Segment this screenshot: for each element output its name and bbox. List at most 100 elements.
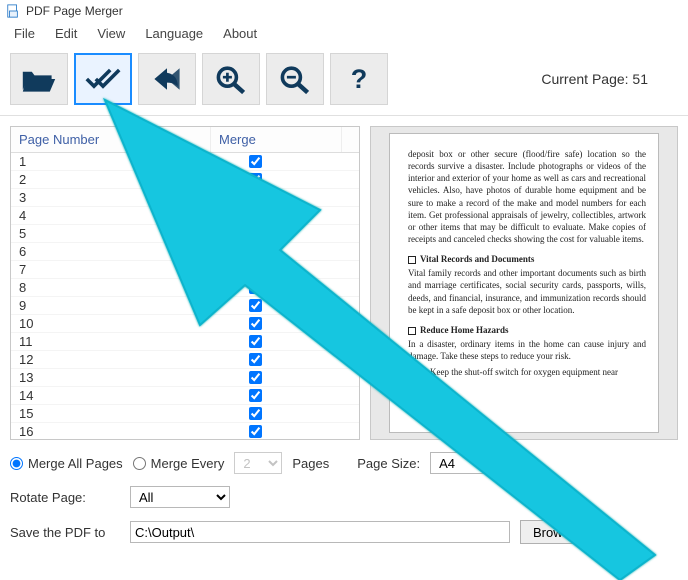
merge-checkbox[interactable] [249, 155, 262, 168]
save-to-label: Save the PDF to [10, 525, 120, 540]
preview-paragraph: In a disaster, ordinary items in the hom… [408, 338, 646, 362]
page-size-label: Page Size: [357, 456, 420, 471]
current-page-label: Current Page: 51 [541, 71, 648, 87]
double-arrow-left-icon [149, 63, 185, 95]
page-number-cell: 1 [11, 154, 211, 169]
table-row[interactable]: 7 [11, 261, 359, 279]
bottom-options: Merge All Pages Merge Every 2 Pages Page… [0, 446, 688, 550]
merge-checkbox[interactable] [249, 371, 262, 384]
page-number-cell: 3 [11, 190, 211, 205]
merge-every-radio[interactable]: Merge Every [133, 456, 225, 471]
merge-checkbox[interactable] [249, 425, 262, 438]
column-header-merge[interactable]: Merge [211, 127, 341, 152]
help-button[interactable]: ? [330, 53, 388, 105]
table-row[interactable]: 13 [11, 369, 359, 387]
table-row[interactable]: 5 [11, 225, 359, 243]
page-number-cell: 14 [11, 388, 211, 403]
table-row[interactable]: 15 [11, 405, 359, 423]
page-number-cell: 7 [11, 262, 211, 277]
table-row[interactable]: 4 [11, 207, 359, 225]
preview-paragraph: Vital family records and other important… [408, 267, 646, 316]
browse-button[interactable]: Browse [520, 520, 589, 544]
undo-button[interactable] [138, 53, 196, 105]
app-icon [6, 4, 20, 18]
page-number-cell: 13 [11, 370, 211, 385]
merge-checkbox[interactable] [249, 353, 262, 366]
preview-paragraph: deposit box or other secure (flood/fire … [408, 148, 646, 245]
document-preview: deposit box or other secure (flood/fire … [389, 133, 659, 433]
app-title: PDF Page Merger [26, 4, 123, 18]
merge-checkbox[interactable] [249, 407, 262, 420]
table-row[interactable]: 14 [11, 387, 359, 405]
page-number-cell: 9 [11, 298, 211, 313]
double-check-icon [85, 63, 121, 95]
list-body[interactable]: 12345678910111213141516 [11, 153, 359, 439]
menu-file[interactable]: File [14, 26, 35, 41]
merge-checkbox[interactable] [249, 299, 262, 312]
merge-checkbox[interactable] [249, 245, 262, 258]
page-number-cell: 4 [11, 208, 211, 223]
merge-checkbox[interactable] [249, 191, 262, 204]
merge-checkbox[interactable] [249, 335, 262, 348]
page-number-cell: 11 [11, 334, 211, 349]
checkbox-icon [408, 327, 416, 335]
toolbar: ? Current Page: 51 [0, 49, 688, 116]
preview-heading: Reduce Home Hazards [408, 324, 646, 336]
merge-checkbox[interactable] [249, 281, 262, 294]
save-path-input[interactable] [130, 521, 510, 543]
table-row[interactable]: 6 [11, 243, 359, 261]
pages-label: Pages [292, 456, 329, 471]
merge-checkbox[interactable] [249, 227, 262, 240]
table-row[interactable]: 3 [11, 189, 359, 207]
check-all-button[interactable] [74, 53, 132, 105]
merge-every-count: 2 [234, 452, 282, 474]
page-number-cell: 12 [11, 352, 211, 367]
page-number-cell: 5 [11, 226, 211, 241]
table-row[interactable]: 10 [11, 315, 359, 333]
merge-checkbox[interactable] [249, 263, 262, 276]
page-size-select[interactable]: A4 [430, 452, 530, 474]
merge-checkbox[interactable] [249, 389, 262, 402]
page-number-cell: 2 [11, 172, 211, 187]
merge-checkbox[interactable] [249, 209, 262, 222]
list-header: Page Number Merge [11, 127, 359, 153]
menu-language[interactable]: Language [145, 26, 203, 41]
rotate-page-label: Rotate Page: [10, 490, 120, 505]
folder-open-icon [21, 63, 57, 95]
page-list-panel: Page Number Merge 1234567891011121314151… [10, 126, 360, 440]
merge-checkbox[interactable] [249, 317, 262, 330]
rotate-page-select[interactable]: All [130, 486, 230, 508]
preview-panel: deposit box or other secure (flood/fire … [370, 126, 678, 440]
page-number-cell: 8 [11, 280, 211, 295]
menu-view[interactable]: View [97, 26, 125, 41]
menu-about[interactable]: About [223, 26, 257, 41]
preview-list: Keep the shut-off switch for oxygen equi… [430, 366, 646, 378]
table-row[interactable]: 1 [11, 153, 359, 171]
table-row[interactable]: 16 [11, 423, 359, 439]
column-header-gap [341, 127, 359, 152]
preview-heading: Vital Records and Documents [408, 253, 646, 265]
page-number-cell: 10 [11, 316, 211, 331]
titlebar: PDF Page Merger [0, 0, 688, 22]
table-row[interactable]: 12 [11, 351, 359, 369]
zoom-in-icon [213, 63, 249, 95]
merge-checkbox[interactable] [249, 173, 262, 186]
zoom-in-button[interactable] [202, 53, 260, 105]
merge-all-radio[interactable]: Merge All Pages [10, 456, 123, 471]
open-button[interactable] [10, 53, 68, 105]
zoom-out-button[interactable] [266, 53, 324, 105]
menu-edit[interactable]: Edit [55, 26, 77, 41]
menubar: File Edit View Language About [0, 22, 688, 49]
page-number-cell: 15 [11, 406, 211, 421]
workarea: Page Number Merge 1234567891011121314151… [0, 116, 688, 446]
checkbox-icon [408, 256, 416, 264]
question-icon: ? [341, 63, 377, 95]
table-row[interactable]: 8 [11, 279, 359, 297]
svg-text:?: ? [351, 64, 368, 94]
column-header-number[interactable]: Page Number [11, 127, 211, 152]
table-row[interactable]: 2 [11, 171, 359, 189]
zoom-out-icon [277, 63, 313, 95]
table-row[interactable]: 9 [11, 297, 359, 315]
table-row[interactable]: 11 [11, 333, 359, 351]
page-number-cell: 6 [11, 244, 211, 259]
